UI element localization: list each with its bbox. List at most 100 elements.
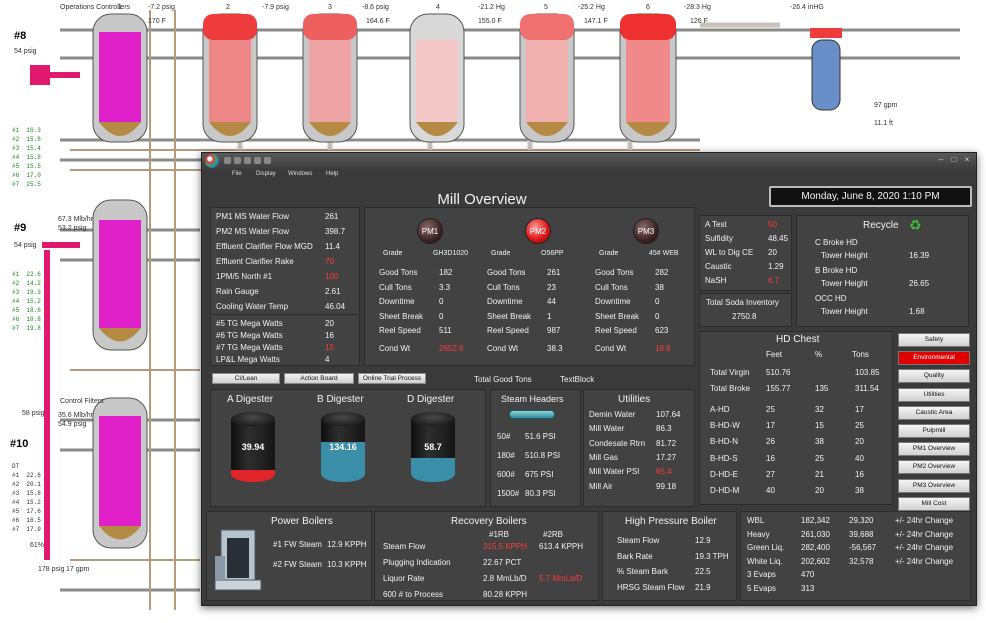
recycle-item-value: 16.39 xyxy=(909,251,930,260)
effect-stats-9: #1 22.6 #2 14.2 #3 19.3 #4 15.2 #5 18.6 … xyxy=(12,271,41,332)
pm-metric-label: Cond Wt xyxy=(487,343,519,353)
utility-value: 65.4 xyxy=(656,467,672,477)
maximize-icon[interactable]: □ xyxy=(949,155,959,165)
menu-file[interactable]: File xyxy=(232,171,242,177)
utility-label: Condesate Rtrn xyxy=(589,438,646,448)
quick-access-icon[interactable] xyxy=(244,157,251,164)
water-row-value: 261 xyxy=(325,212,339,221)
nav-button-environmental[interactable]: Environmental xyxy=(898,351,970,366)
pm-metric-label: Reel Speed xyxy=(595,326,637,335)
hp-boiler-label: % Steam Bark xyxy=(617,567,669,576)
steam-header-value: 80.3 PSI xyxy=(525,489,556,498)
digester-level-fill xyxy=(231,470,275,482)
ci-lean-button[interactable]: CI/Lean xyxy=(212,373,280,384)
power-row-label: #5 TG Mega Watts xyxy=(216,319,283,328)
steam-header-label: 1500# xyxy=(497,489,520,498)
page-title: Mill Overview xyxy=(437,191,527,208)
hd-col-feet: Feet xyxy=(766,350,783,359)
recycle-item-name: C Broke HD xyxy=(815,238,858,247)
liquor-note: +/- 24hr Change xyxy=(895,543,954,552)
toolbar-row: CI/Lean Action Board Online Trial Proces… xyxy=(210,371,695,387)
hd-row-feet: 26 xyxy=(766,437,775,447)
quick-access-icon[interactable] xyxy=(224,157,231,164)
pm-grade-label: Grade xyxy=(491,250,511,257)
hd-row-pct: 21 xyxy=(815,469,824,479)
online-trial-process-button[interactable]: Online Trial Process xyxy=(358,373,426,384)
soda-label: Total Soda Inventory xyxy=(706,298,779,307)
chem-row-value: 6.7 xyxy=(768,276,780,285)
steam-header-value: 675 PSI xyxy=(525,470,554,479)
quick-access-icon[interactable] xyxy=(254,157,261,164)
pm-metric-label: Sheet Break xyxy=(595,311,640,321)
hd-row-name: B-HD-N xyxy=(710,437,738,447)
steam-headers-title: Steam Headers xyxy=(501,394,564,404)
pm-metric-label: Downtime xyxy=(379,297,415,306)
hd-row-name: B-HD-S xyxy=(710,453,738,463)
liquor-value: 470 xyxy=(801,570,815,579)
menu-display[interactable]: Display xyxy=(256,171,276,177)
water-row-label: Effluent Clarifier Flow MGD xyxy=(216,242,313,251)
power-row-value: 16 xyxy=(325,331,334,340)
action-board-button[interactable]: Action Board xyxy=(284,373,354,384)
liquor-change: -56,567 xyxy=(849,543,877,552)
power-boiler-label: #2 FW Steam xyxy=(273,560,322,569)
steam-header-label: 50# xyxy=(497,432,511,441)
window-titlebar[interactable]: – □ × xyxy=(202,153,976,169)
pm-metric-value: 0 xyxy=(439,311,444,321)
power-boilers-title: Power Boilers xyxy=(271,516,333,527)
hp-boiler-label: HRSG Steam Flow xyxy=(617,582,685,592)
reading: -25.2 Hg xyxy=(578,4,605,11)
utilities-panel: Utilities Demin Water 107.64 Mill Water 86.… xyxy=(583,389,695,507)
reading: -21.2 Hg xyxy=(478,4,505,11)
power-row-label: #6 TG Mega Watts xyxy=(216,331,283,340)
pm-metric-label: Good Tons xyxy=(595,268,634,277)
liquor-note: +/- 24hr Change xyxy=(895,516,954,525)
nav-button-quality[interactable]: Quality xyxy=(898,369,970,384)
reading: -8.6 psig xyxy=(362,4,389,11)
nav-button-pm3-overview[interactable]: PM3 Overview xyxy=(898,478,970,493)
effect-number: 6 xyxy=(646,4,650,11)
digester-tank-icon: 58.7 xyxy=(411,412,455,488)
mill-overview-window[interactable]: – □ × File Display Windows Help Mill Ove… xyxy=(201,152,977,606)
hp-boiler-value: 22.5 xyxy=(695,567,711,576)
menu-help[interactable]: Help xyxy=(326,171,338,177)
temp: 164.6 F xyxy=(366,18,390,25)
pm-metric-value: 182 xyxy=(439,268,453,277)
pressure: 58 psig xyxy=(22,410,45,417)
quick-access-icon[interactable] xyxy=(264,157,271,164)
controller-label: Operations Controllers xyxy=(60,4,131,11)
minimize-icon[interactable]: – xyxy=(936,155,946,165)
line-label-8: #8 xyxy=(14,30,27,42)
close-icon[interactable]: × xyxy=(962,155,972,165)
power-row-value: 20 xyxy=(325,319,334,328)
temp: 155.0 F xyxy=(478,18,502,25)
temp: 147.1 F xyxy=(584,18,608,25)
hp-boiler-label: Bark Rate xyxy=(617,551,653,561)
steam-header-pipe-icon xyxy=(509,410,555,419)
steam-headers-panel: Steam Headers 50# 51.6 PSI 180# 510.8 PSI 60… xyxy=(490,389,581,507)
nav-button-safety[interactable]: Safety xyxy=(898,333,970,347)
menu-windows[interactable]: Windows xyxy=(288,171,312,177)
chem-row-value: 20 xyxy=(768,248,777,257)
hd-row-pct: 25 xyxy=(815,453,824,463)
temp: 170 F xyxy=(148,18,166,25)
pm-metric-value: 0 xyxy=(439,297,444,306)
quick-access-icon[interactable] xyxy=(234,157,241,164)
nav-button-utilities[interactable]: Utilities xyxy=(898,387,970,402)
hd-row-tons: 103.85 xyxy=(855,368,880,377)
pm-metric-label: Cond Wt xyxy=(379,343,411,353)
liquor-label: 5 Evaps xyxy=(747,583,776,593)
nav-button-pm2-overview[interactable]: PM2 Overview xyxy=(898,460,970,475)
nav-button-pulpmill[interactable]: Pulpmill xyxy=(898,424,970,438)
steam-header-label: 180# xyxy=(497,451,515,460)
nav-button-mill-cost[interactable]: Mill Cost xyxy=(898,496,970,511)
nav-button-pm1-overview[interactable]: PM1 Overview xyxy=(898,442,970,457)
nav-button-caustic-area[interactable]: Caustic Area xyxy=(898,405,970,420)
pm-metric-label: Cull Tons xyxy=(595,282,628,292)
app-orb-icon[interactable] xyxy=(205,154,219,168)
liquor-label: WBL xyxy=(747,516,765,525)
utility-value: 86.3 xyxy=(656,424,672,434)
liquor-label: Heavy xyxy=(747,529,770,539)
hd-row-name: A-HD xyxy=(710,404,730,414)
pm-grade-value: GH3D1020 xyxy=(433,250,469,257)
